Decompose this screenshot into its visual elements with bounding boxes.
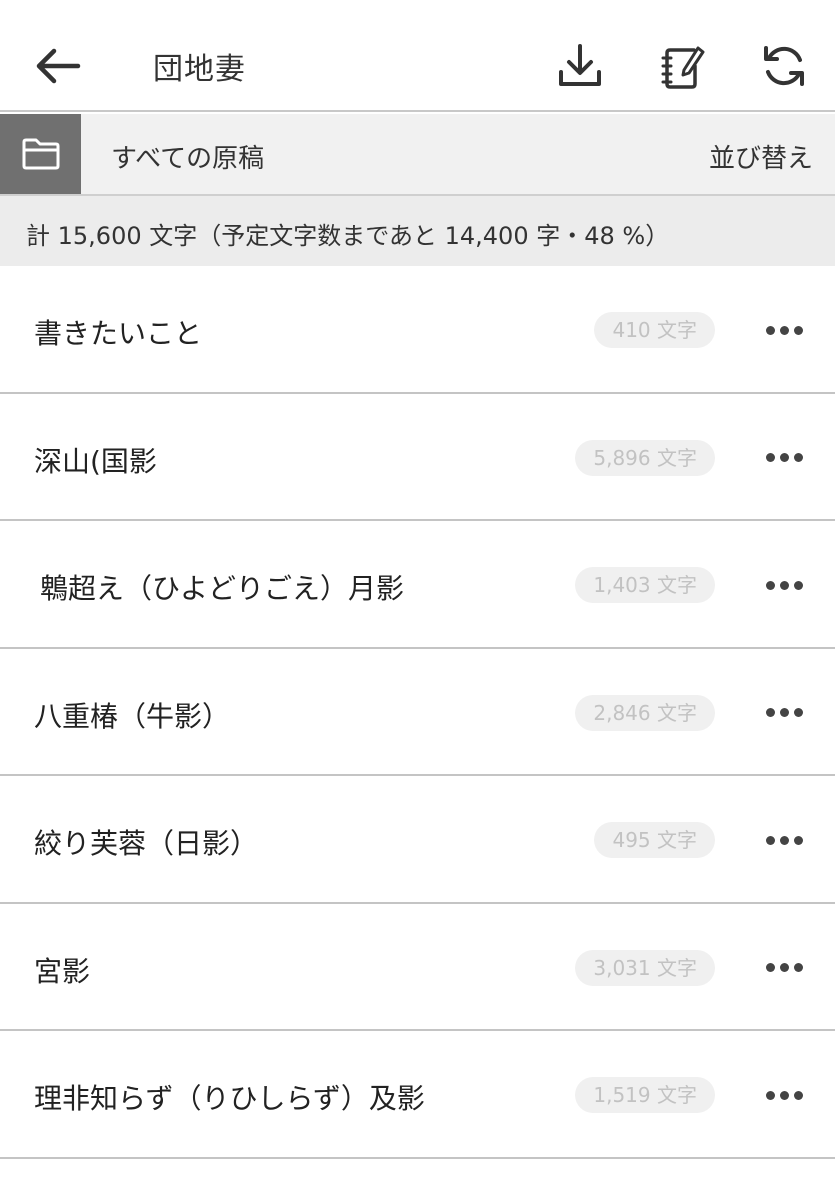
download-button[interactable] xyxy=(550,36,610,96)
char-count-badge: 5,896 文字 xyxy=(575,439,715,476)
list-item[interactable]: 絞り芙蓉（日影） 495 文字 xyxy=(0,776,835,904)
folder-icon xyxy=(22,138,59,170)
manuscript-title: 八重椿（牛影） xyxy=(34,699,231,733)
word-count-summary: 計 15,600 文字（予定文字数まであと 14,400 字・48 %） xyxy=(0,196,835,266)
more-options-button[interactable] xyxy=(760,952,808,984)
manuscript-title: 理非知らず（りひしらず）及影 xyxy=(34,1082,425,1115)
manuscript-title: 鵯超え（ひよどりごえ）月影 xyxy=(40,572,405,605)
more-dots-icon xyxy=(765,835,775,845)
sync-icon xyxy=(764,46,804,86)
back-button[interactable] xyxy=(28,36,88,96)
char-count-badge: 410 文字 xyxy=(594,312,715,348)
more-dots-icon xyxy=(765,708,775,717)
manuscript-title: 宮影 xyxy=(34,954,91,988)
list-item[interactable]: 宮影 3,031 文字 xyxy=(0,903,835,1031)
list-item[interactable]: 深山(国影 5,896 文字 xyxy=(0,393,835,521)
top-bar: 団地妻 xyxy=(0,0,835,112)
more-options-button[interactable] xyxy=(760,314,808,346)
summary-text: 計 15,600 文字（予定文字数まであと 14,400 字・48 %） xyxy=(26,222,670,250)
page-title: 団地妻 xyxy=(153,52,246,87)
more-options-button[interactable] xyxy=(760,569,808,601)
more-dots-icon xyxy=(765,325,775,335)
list-item[interactable]: 書きたいこと 410 文字 xyxy=(0,266,835,394)
more-options-button[interactable] xyxy=(760,442,808,474)
char-count-badge: 2,846 文字 xyxy=(575,694,715,731)
manuscript-title: 書きたいこと xyxy=(34,317,203,350)
folder-button[interactable] xyxy=(0,114,81,194)
notebook-edit-button[interactable] xyxy=(652,36,712,96)
download-icon xyxy=(559,44,601,86)
char-count-badge: 3,031 文字 xyxy=(575,949,715,986)
sync-button[interactable] xyxy=(754,36,814,96)
char-count-badge: 1,519 文字 xyxy=(575,1077,715,1113)
char-count-badge: 495 文字 xyxy=(594,822,715,858)
folder-label[interactable]: すべての原稿 xyxy=(111,138,264,175)
manuscript-list: 書きたいこと 410 文字 深山(国影 5,896 文字 鵯超え（ひよどりごえ）… xyxy=(0,266,835,1159)
list-item[interactable]: 八重椿（牛影） 2,846 文字 xyxy=(0,648,835,776)
more-dots-icon xyxy=(765,453,775,462)
arrow-left-icon xyxy=(36,48,81,84)
manuscript-title: 深山(国影 xyxy=(34,444,157,478)
manuscript-title: 絞り芙蓉（日影） xyxy=(34,827,259,860)
more-options-button[interactable] xyxy=(760,697,808,729)
more-dots-icon xyxy=(765,963,775,972)
sort-button[interactable]: 並び替え xyxy=(709,138,813,175)
more-options-button[interactable] xyxy=(760,824,808,856)
more-dots-icon xyxy=(765,580,775,590)
list-item[interactable]: 鵯超え（ひよどりごえ）月影 1,403 文字 xyxy=(0,521,835,649)
char-count-badge: 1,403 文字 xyxy=(575,567,715,603)
more-options-button[interactable] xyxy=(760,1079,808,1111)
folder-bar: すべての原稿 並び替え xyxy=(0,114,835,196)
list-item[interactable]: 理非知らず（りひしらず）及影 1,519 文字 xyxy=(0,1031,835,1159)
more-dots-icon xyxy=(765,1090,775,1100)
notebook-edit-icon xyxy=(661,46,705,89)
